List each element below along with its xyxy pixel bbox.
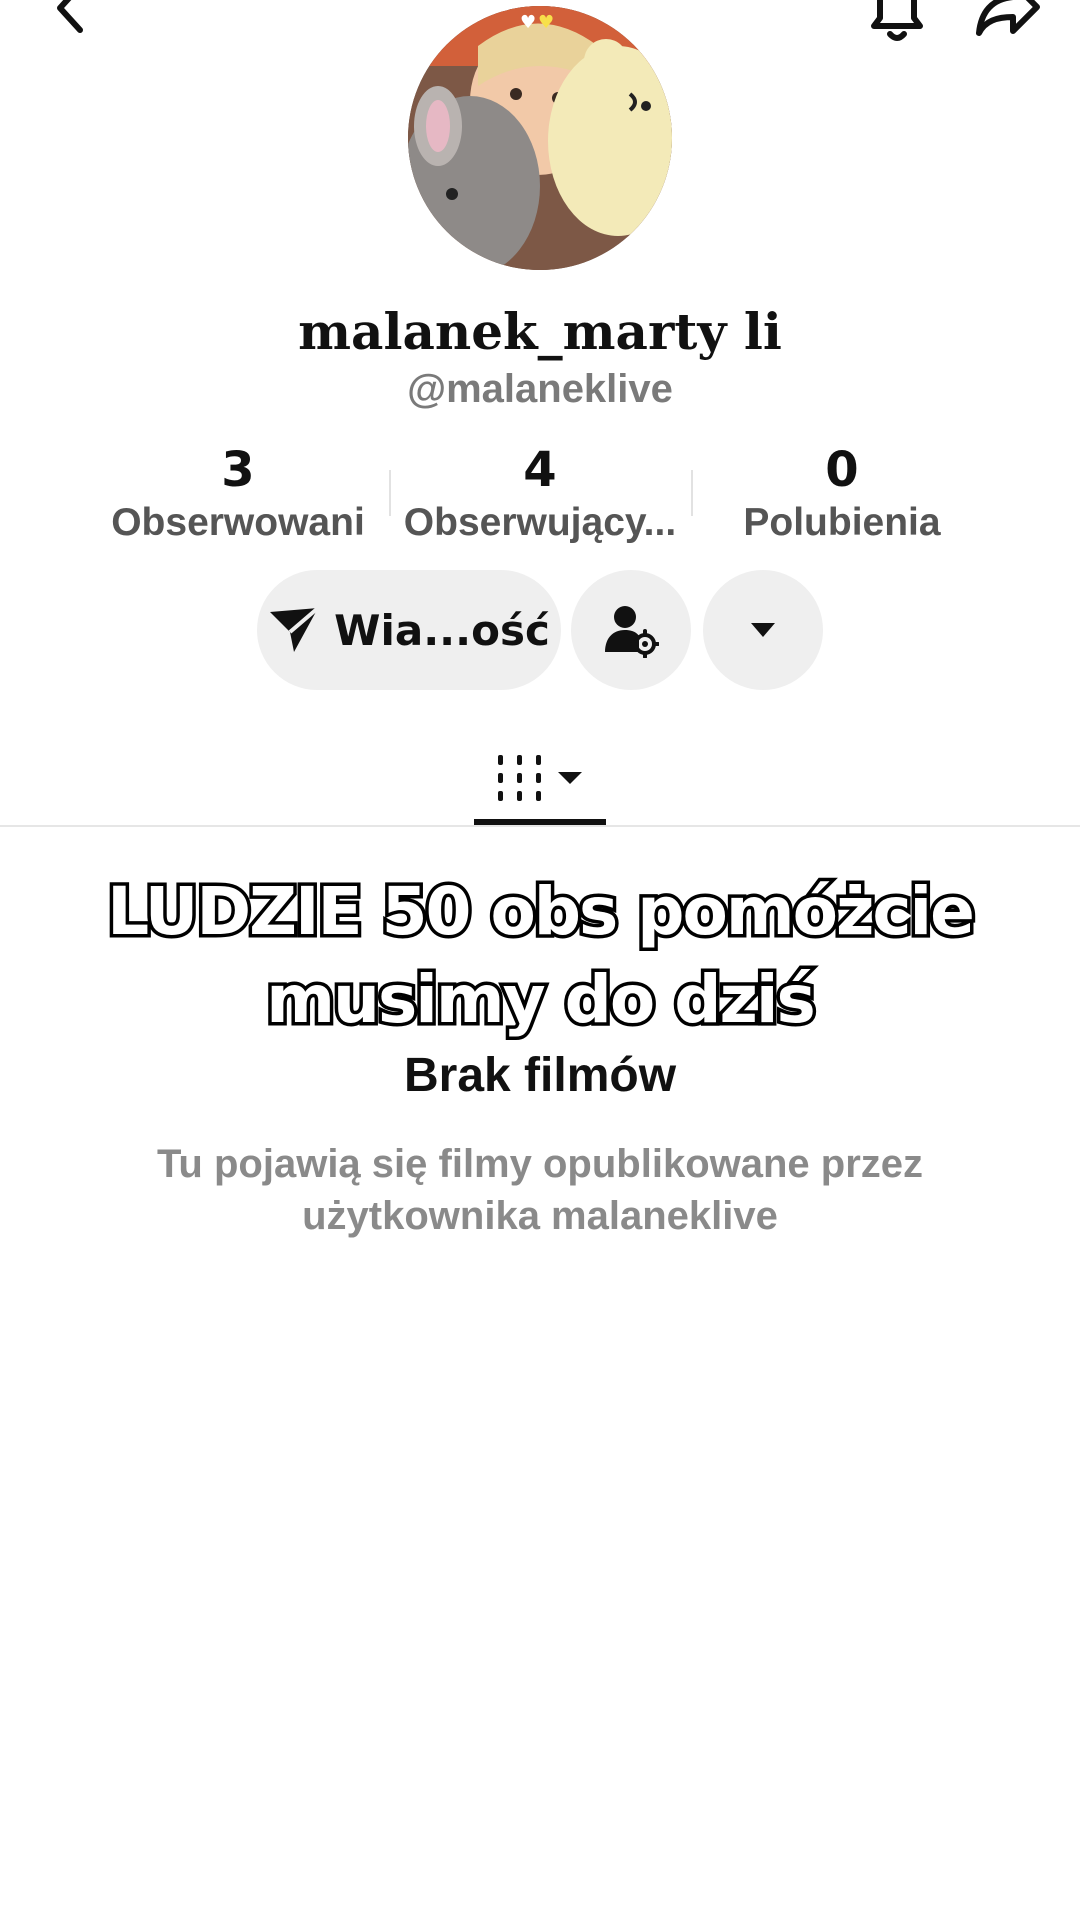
message-button[interactable]: Wia...ość bbox=[257, 570, 561, 690]
empty-state-description: Tu pojawią się filmy opublikowane przez … bbox=[156, 1142, 924, 1238]
message-button-label: Wia...ość bbox=[334, 605, 550, 655]
grid-icon bbox=[498, 754, 541, 801]
overlay-caption-line: musimy do dziś bbox=[263, 958, 820, 1042]
chevron-left-icon bbox=[57, 0, 83, 33]
caret-down-icon bbox=[751, 623, 775, 637]
send-icon bbox=[270, 606, 320, 652]
user-settings-icon bbox=[605, 606, 659, 658]
stat-followers[interactable]: 4 Obserwujący... bbox=[390, 440, 690, 546]
more-options-button[interactable] bbox=[703, 570, 823, 690]
stat-value: 3 bbox=[221, 442, 255, 498]
content-tabbar bbox=[0, 730, 1080, 827]
back-button[interactable] bbox=[40, 0, 100, 38]
overlay-caption: LUDZIE 50 obs pomóżcie musimy do dziś bbox=[0, 868, 1080, 1044]
svg-text:♥: ♥ bbox=[520, 12, 536, 33]
bell-icon bbox=[871, 0, 923, 41]
stat-value: 0 bbox=[825, 442, 859, 498]
stat-label: Polubienia bbox=[743, 501, 941, 544]
display-name: malanek_marty li bbox=[298, 302, 782, 361]
username-handle: @malaneklive bbox=[407, 367, 673, 411]
stat-label: Obserwowani bbox=[111, 501, 365, 544]
caret-down-icon bbox=[558, 771, 582, 784]
empty-state-title: Brak filmów bbox=[403, 1049, 677, 1102]
profile-actions: Wia...ość bbox=[0, 570, 1080, 692]
stat-label: Obserwujący... bbox=[403, 501, 677, 544]
stat-following[interactable]: 3 Obserwowani bbox=[88, 440, 388, 546]
profile-page: ♥ ♥ malanek_marty li @malaneklive 3 Obse… bbox=[0, 0, 1080, 1920]
avatar-photo: ♥ ♥ bbox=[408, 6, 672, 270]
svg-text:♥: ♥ bbox=[538, 12, 554, 33]
tab-active-indicator bbox=[474, 819, 606, 825]
stat-likes[interactable]: 0 Polubienia bbox=[692, 440, 992, 546]
stat-value: 4 bbox=[523, 442, 557, 498]
tab-videos[interactable] bbox=[474, 730, 606, 825]
add-friend-button[interactable] bbox=[571, 570, 691, 690]
share-arrow-icon bbox=[976, 0, 1040, 36]
avatar[interactable]: ♥ ♥ bbox=[408, 6, 672, 270]
profile-stats: 3 Obserwowani 4 Obserwujący... 0 Polubie… bbox=[0, 440, 1080, 550]
overlay-caption-line: LUDZIE 50 obs pomóżcie bbox=[104, 870, 979, 954]
notification-bell-button[interactable] bbox=[862, 0, 932, 44]
share-button[interactable] bbox=[970, 0, 1046, 44]
